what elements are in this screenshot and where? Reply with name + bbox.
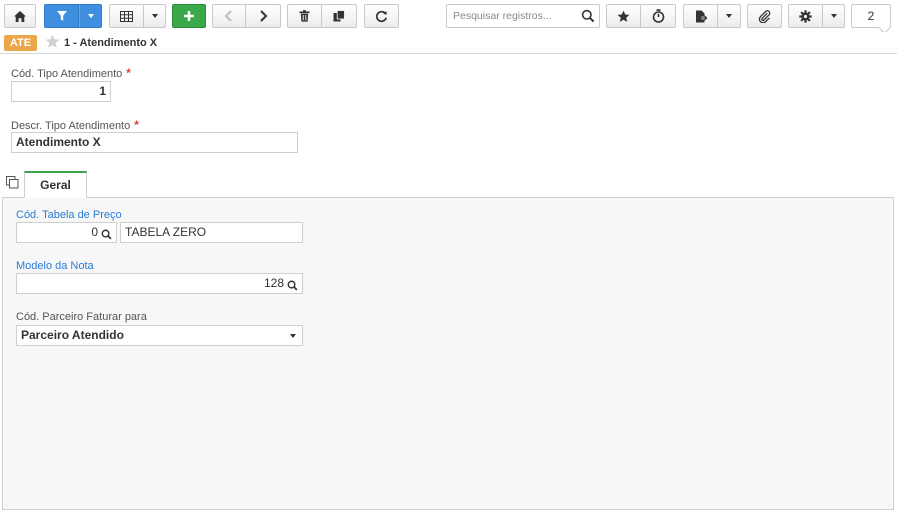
stopwatch-icon — [652, 9, 665, 23]
search-icon[interactable] — [101, 227, 112, 242]
modelo-nota-field[interactable]: 128 — [16, 273, 303, 294]
duplicate-button[interactable] — [322, 4, 357, 28]
modelo-nota-label[interactable]: Modelo da Nota — [16, 260, 94, 272]
caret-down-icon — [290, 334, 296, 338]
chevron-left-icon — [224, 10, 234, 22]
cod-tipo-value: 1 — [99, 84, 106, 98]
tabela-preco-desc-field: TABELA ZERO — [120, 222, 303, 243]
descr-tipo-value: Atendimento X — [16, 135, 101, 149]
modelo-nota-value: 128 — [263, 276, 284, 290]
tabela-preco-code-field[interactable]: 0 — [16, 222, 117, 243]
delete-button[interactable] — [287, 4, 322, 28]
previous-button[interactable] — [212, 4, 246, 28]
chevron-right-icon — [258, 10, 268, 22]
settings-menu-button[interactable] — [823, 4, 845, 28]
filter-icon — [56, 10, 68, 22]
grid-icon — [120, 10, 133, 22]
parceiro-select[interactable]: Parceiro Atendido — [16, 325, 303, 346]
filter-menu-button[interactable] — [79, 4, 102, 28]
caret-down-icon — [87, 14, 94, 18]
refresh-button[interactable] — [364, 4, 399, 28]
copy-icon — [333, 10, 345, 22]
settings-button[interactable] — [788, 4, 823, 28]
search-icon[interactable] — [581, 9, 595, 26]
tab-panel-geral — [2, 197, 894, 510]
search-box[interactable] — [446, 4, 600, 28]
gear-icon — [799, 9, 812, 23]
cod-tipo-field[interactable]: 1 — [11, 81, 111, 102]
grid-view-button[interactable] — [109, 4, 144, 28]
export-menu-button[interactable] — [718, 4, 741, 28]
paperclip-icon — [758, 9, 771, 23]
plus-icon — [183, 10, 195, 22]
tabela-preco-desc: TABELA ZERO — [125, 225, 207, 239]
next-button[interactable] — [246, 4, 281, 28]
descr-tipo-label: Descr. Tipo Atendimento * — [11, 118, 139, 132]
required-mark: * — [134, 118, 139, 132]
record-counter: 2 — [851, 4, 891, 28]
timer-button[interactable] — [641, 4, 676, 28]
filter-button[interactable] — [44, 4, 79, 28]
refresh-icon — [375, 10, 388, 23]
grid-menu-button[interactable] — [144, 4, 166, 28]
home-button[interactable] — [4, 4, 36, 28]
parceiro-value: Parceiro Atendido — [21, 328, 124, 342]
tabs-menu-icon[interactable] — [6, 176, 19, 192]
caret-down-icon — [726, 14, 732, 18]
trash-icon — [299, 10, 310, 22]
tabela-preco-label[interactable]: Cód. Tabela de Preço — [16, 209, 122, 221]
attach-button[interactable] — [747, 4, 782, 28]
export-button[interactable] — [683, 4, 718, 28]
add-button[interactable] — [172, 4, 206, 28]
caret-down-icon — [830, 14, 837, 18]
record-title: 1 - Atendimento X — [64, 37, 158, 49]
favorite-star-icon[interactable] — [45, 34, 60, 52]
star-icon — [617, 10, 630, 23]
entity-badge: ATE — [4, 35, 37, 51]
breadcrumb: ATE 1 - Atendimento X — [0, 32, 897, 54]
search-icon[interactable] — [287, 278, 298, 293]
tab-geral[interactable]: Geral — [24, 171, 87, 198]
toolbar: 2 — [0, 0, 897, 32]
tabela-preco-code: 0 — [91, 225, 98, 239]
required-mark: * — [126, 66, 131, 80]
parceiro-label: Cód. Parceiro Faturar para — [16, 311, 147, 323]
file-export-icon — [695, 10, 707, 23]
cod-tipo-label: Cód. Tipo Atendimento * — [11, 66, 131, 80]
home-icon — [13, 10, 27, 23]
caret-down-icon — [151, 14, 158, 18]
descr-tipo-field[interactable]: Atendimento X — [11, 132, 298, 153]
search-input[interactable] — [447, 5, 577, 27]
favorite-button[interactable] — [606, 4, 641, 28]
